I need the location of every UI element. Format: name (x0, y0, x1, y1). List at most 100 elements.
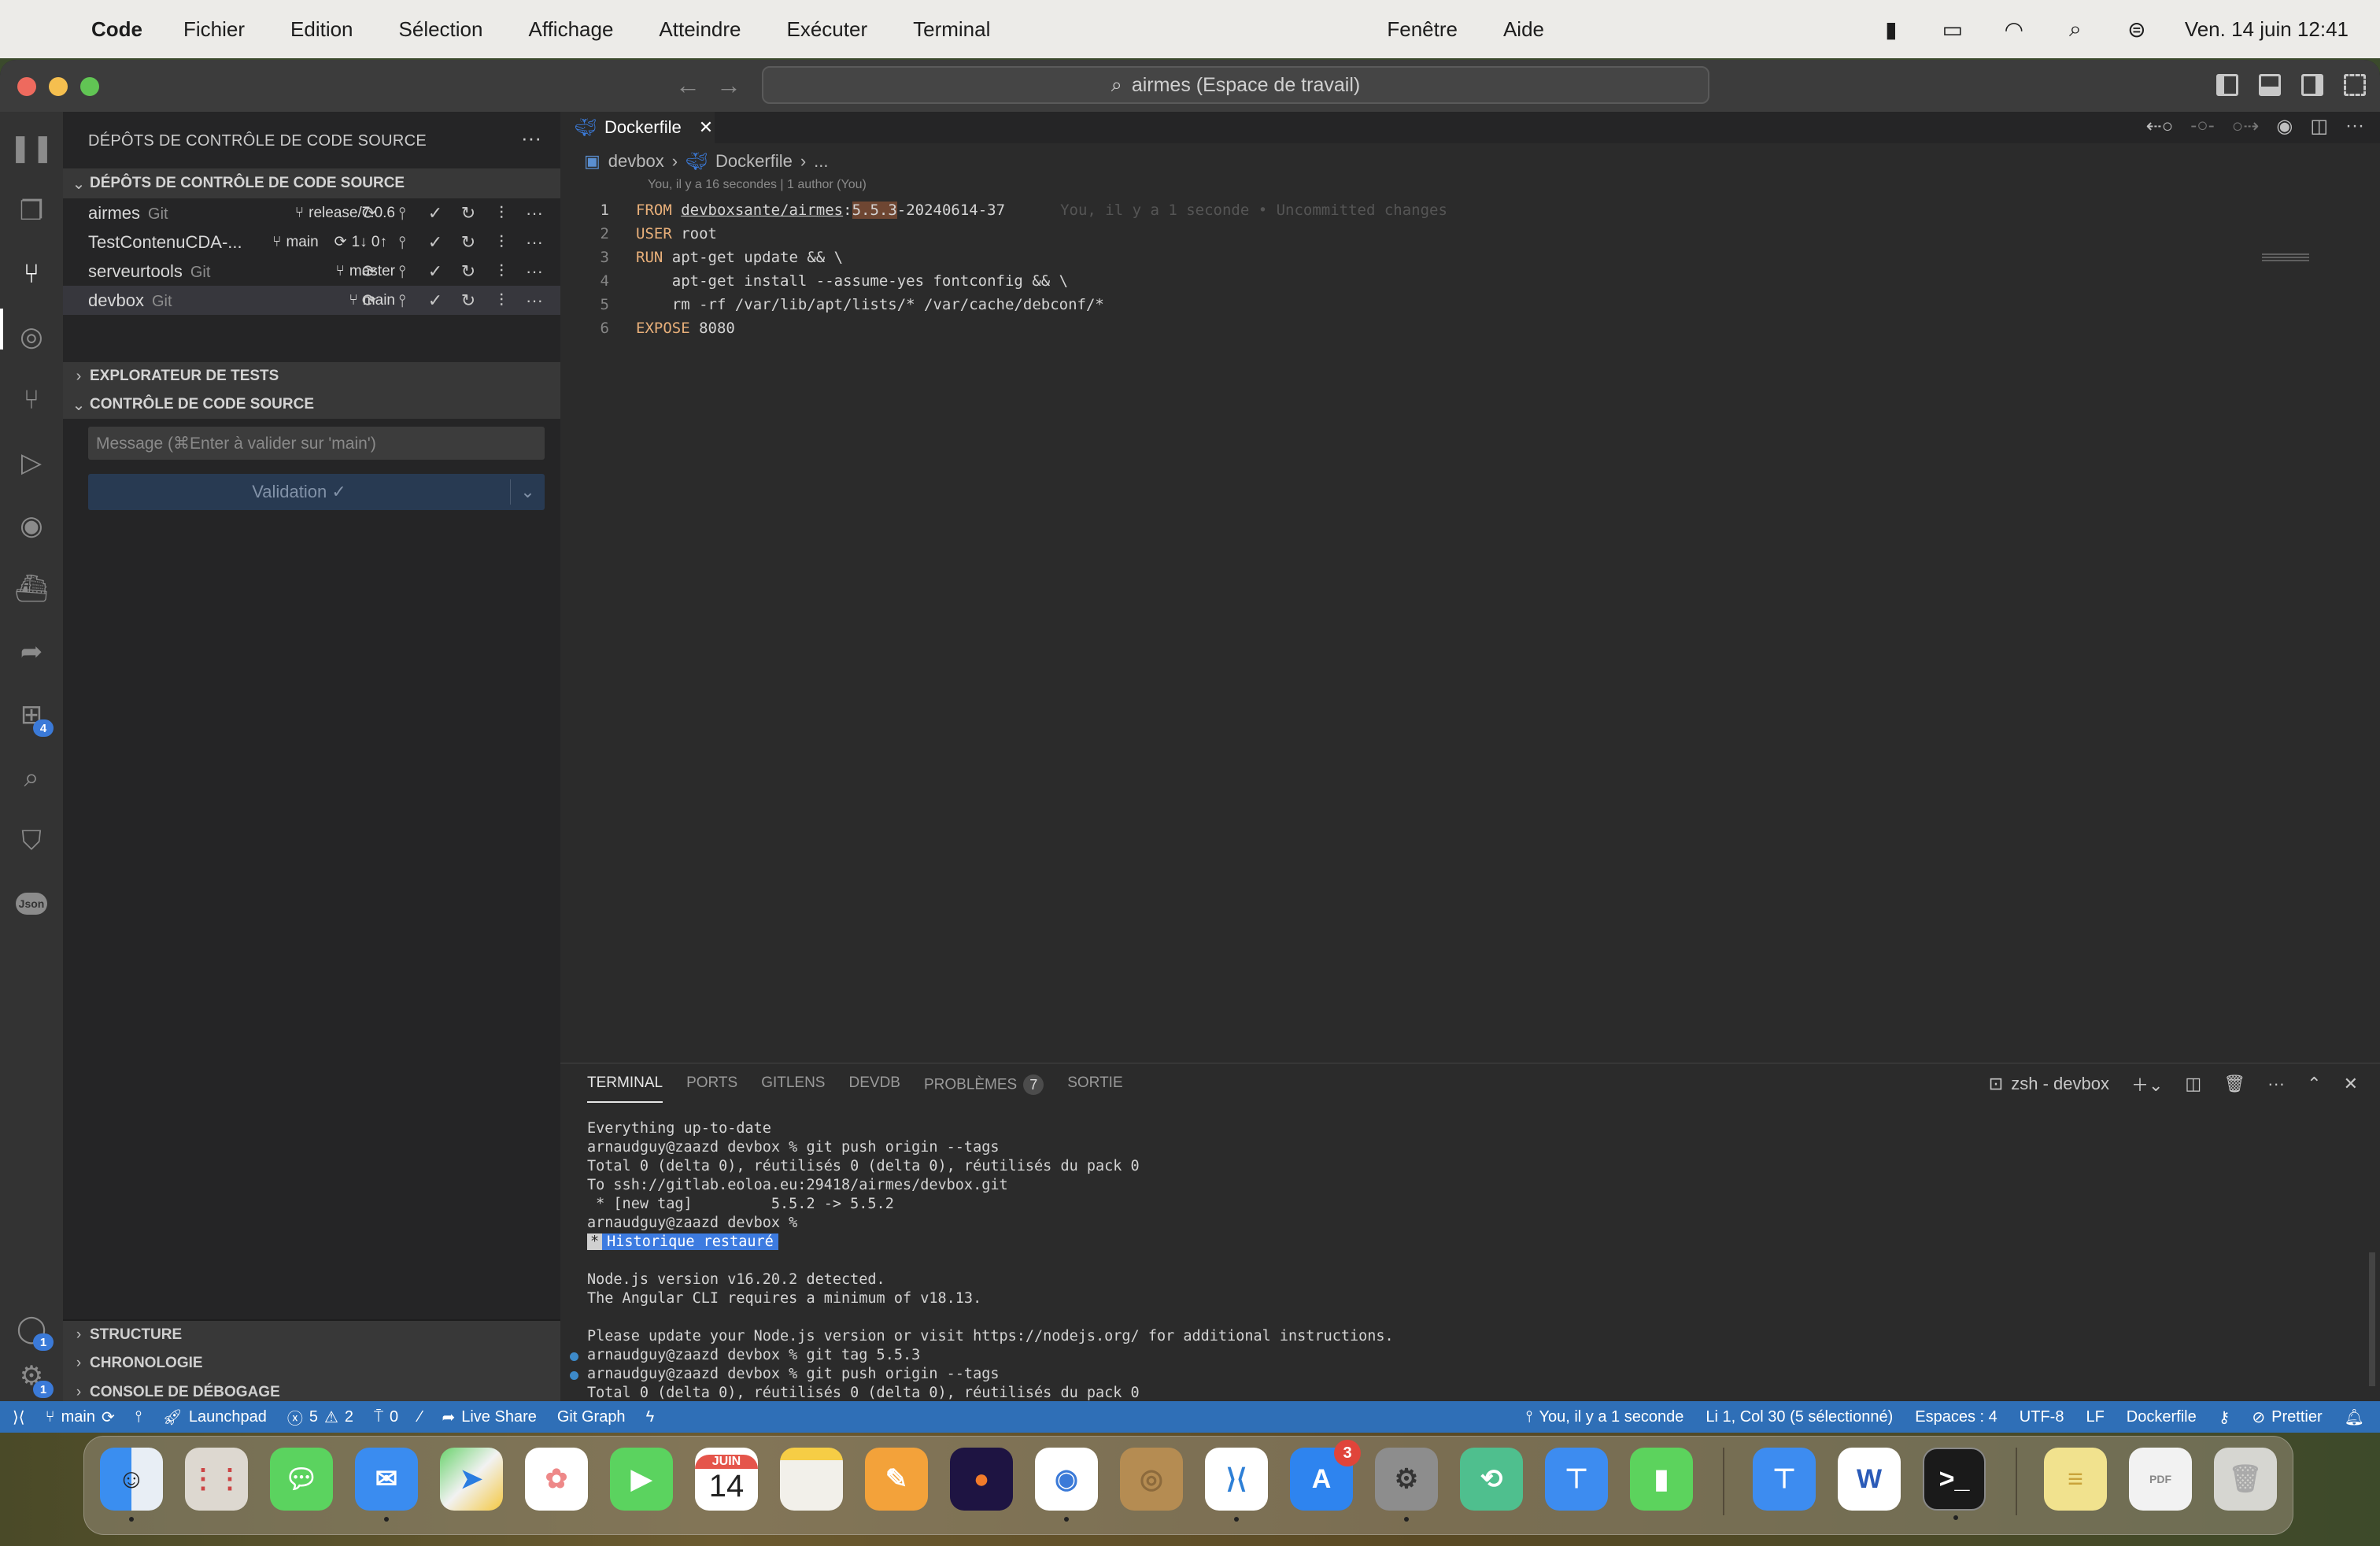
close-tab-icon[interactable]: ✕ (699, 117, 713, 138)
close-window-button[interactable] (17, 77, 36, 96)
dock-numbers[interactable]: ▮ (1630, 1448, 1693, 1511)
refresh-icon[interactable]: ↻ (460, 290, 477, 311)
more-icon[interactable]: ··· (526, 203, 543, 224)
graph-icon[interactable]: ⫶ (493, 290, 510, 311)
status-problems[interactable]: ⓧ 5 ⚠ 2 (287, 1406, 353, 1429)
section-repositories[interactable]: ⌄ DÉPÔTS DE CONTRÔLE DE CODE SOURCE (63, 168, 560, 198)
toggle-panel-icon[interactable] (2259, 74, 2281, 96)
command-decoration-icon[interactable] (570, 1371, 578, 1380)
split-terminal-icon[interactable]: ◫ (2185, 1074, 2201, 1094)
more-actions-icon[interactable]: ··· (2267, 1074, 2285, 1094)
status-cursor-position[interactable]: Li 1, Col 30 (5 sélectionné) (1706, 1408, 1893, 1426)
git-branch-icon[interactable]: ⑂ (14, 383, 49, 417)
more-icon[interactable]: ··· (526, 290, 543, 311)
more-actions-icon[interactable]: ··· (521, 126, 541, 150)
menu-atteindre[interactable]: Atteindre (659, 17, 741, 42)
dock-chrome[interactable]: ◉ (1035, 1448, 1098, 1522)
toggle-primary-sidebar-icon[interactable] (2216, 74, 2238, 96)
stash-icon[interactable]: ⫯ (394, 290, 411, 311)
breadcrumb-symbols[interactable]: ... (814, 151, 828, 172)
tab-problems[interactable]: PROBLÈMES 7 (924, 1074, 1044, 1103)
repo-item-devbox[interactable]: devbox Git ⑂ main ⟳ ⫯ ✓ ↻ ⫶ ··· (63, 286, 560, 315)
gitlens-inspect-icon[interactable]: ◎ (14, 320, 49, 354)
battery-icon[interactable]: ▭ (1939, 16, 1966, 43)
sync-icon[interactable]: ⟳ (360, 290, 378, 311)
dock-keynote-recent[interactable]: ⊤ (1753, 1448, 1816, 1511)
tab-gitlens[interactable]: GITLENS (761, 1074, 825, 1103)
menubar-clock[interactable]: Ven. 14 juin 12:41 (2185, 17, 2349, 42)
status-liveshare[interactable]: ➦ Live Share (442, 1407, 536, 1427)
json-icon[interactable]: Json (14, 886, 49, 921)
dock-notes[interactable] (780, 1448, 843, 1511)
section-source-control[interactable]: ⌄ CONTRÔLE DE CODE SOURCE (63, 390, 560, 419)
dock-messages[interactable]: 💬︎ (270, 1448, 333, 1511)
sync-icon[interactable]: ⟳ (360, 261, 378, 282)
menu-edition[interactable]: Edition (290, 17, 353, 42)
more-icon[interactable]: ··· (526, 261, 543, 282)
dock-stack-pdf[interactable]: PDF (2129, 1448, 2192, 1511)
menu-executer[interactable]: Exécuter (787, 17, 868, 42)
status-eol[interactable]: LF (2086, 1408, 2104, 1426)
gitlens-previous-revision-icon[interactable]: ⇠○ (2146, 115, 2174, 138)
status-stash-icon[interactable]: ⫯ (135, 1408, 142, 1426)
terminal-selector[interactable]: ⊡ zsh - devbox (1989, 1074, 2109, 1094)
dock-launchpad[interactable]: ⋮⋮ (185, 1448, 248, 1511)
dock-firefox[interactable]: ● (950, 1448, 1013, 1511)
codelens-blame[interactable]: You, il y a 16 secondes | 1 author (You) (648, 178, 867, 192)
control-center-icon[interactable]: ⊜ (2123, 16, 2150, 43)
tab-output[interactable]: SORTIE (1067, 1074, 1122, 1103)
dock-terminal[interactable]: >_ (1923, 1448, 1986, 1520)
status-launchpad[interactable]: 🚀︎ Launchpad (162, 1407, 266, 1427)
status-branch[interactable]: ⑂ main ⟳ (46, 1407, 115, 1427)
new-terminal-plus-icon[interactable]: ＋⌄ (2131, 1071, 2163, 1097)
terminal-scrollbar[interactable] (2369, 1252, 2375, 1386)
status-ports[interactable]: ⍑ 0 (374, 1408, 398, 1426)
repo-item-airmes[interactable]: airmes Git ⑂ release/7.0.6 ⟳ ⫯ ✓ ↻ ⫶ ··· (63, 198, 560, 227)
status-indentation[interactable]: Espaces : 4 (1915, 1408, 1998, 1426)
live-share-icon[interactable]: ➦ (14, 634, 49, 669)
toggle-secondary-sidebar-icon[interactable] (2301, 74, 2323, 96)
code-lines[interactable]: 1 FROM devboxsante/airmes:5.5.3-20240614… (560, 198, 1447, 340)
menu-fenetre[interactable]: Fenêtre (1387, 17, 1458, 42)
commit-check-icon[interactable]: ✓ (427, 290, 444, 311)
dock-contacts[interactable]: ◎ (1120, 1448, 1183, 1511)
dock-system-settings[interactable]: ⚙ (1375, 1448, 1438, 1522)
gitlab-icon[interactable]: ⛉ (14, 823, 49, 858)
tab-dockerfile[interactable]: 🐳︎ Dockerfile ✕ (560, 112, 715, 143)
git-graph-icon[interactable]: ◉ (2276, 115, 2293, 138)
dock-app-store[interactable]: A3 (1290, 1440, 1361, 1511)
dock-word[interactable]: W (1838, 1448, 1901, 1511)
dock-maps[interactable]: ➤ (440, 1448, 503, 1511)
breadcrumb-devbox[interactable]: devbox (608, 151, 664, 172)
dock-mail[interactable]: ✉ (355, 1448, 418, 1522)
status-copilot-icon[interactable]: ⁄ (419, 1408, 421, 1426)
status-prettier[interactable]: ⊘ Prettier (2252, 1407, 2322, 1427)
extensions-icon[interactable]: ⊞ 4 (14, 697, 54, 737)
dock-facetime[interactable]: ▶ (610, 1448, 673, 1511)
remote-indicator-icon[interactable]: ⟩⟨ (13, 1407, 25, 1427)
section-structure[interactable]: › STRUCTURE (63, 1319, 560, 1348)
menu-app-code[interactable]: Code (91, 17, 142, 42)
refresh-icon[interactable]: ↻ (460, 232, 477, 253)
menu-affichage[interactable]: Affichage (528, 17, 613, 42)
tab-devdb[interactable]: DEVDB (849, 1074, 900, 1103)
status-encoding[interactable]: UTF-8 (2020, 1408, 2064, 1426)
source-control-icon[interactable]: ⑂ (14, 257, 49, 291)
gitlens-next-revision-icon[interactable]: ○⇢ (2232, 115, 2260, 138)
graph-icon[interactable]: ⫶ (493, 261, 510, 282)
split-editor-icon[interactable]: ◫ (2310, 115, 2328, 138)
menu-selection[interactable]: Sélection (399, 17, 483, 42)
gitlens-revision-icon[interactable]: -○- (2190, 115, 2214, 138)
commit-message-input[interactable]: Message (⌘Enter à valider sur 'main') (88, 427, 545, 460)
commit-check-icon[interactable]: ✓ (427, 203, 444, 224)
dock-tower[interactable]: ⟲ (1460, 1448, 1523, 1511)
run-debug-icon[interactable]: ▷ (14, 446, 49, 480)
section-chronologie[interactable]: › CHRONOLOGIE (63, 1348, 560, 1378)
status-language[interactable]: Dockerfile (2127, 1408, 2197, 1426)
status-key-icon[interactable]: ⚷ (2219, 1407, 2230, 1427)
pause-icon[interactable]: ❚❚ (9, 131, 54, 165)
terminal-output[interactable]: Everything up-to-date arnaudguy@zaazd de… (570, 1120, 1394, 1433)
forward-arrow-icon[interactable]: → (716, 71, 741, 100)
accounts-icon[interactable]: ◯ 1 (14, 1311, 54, 1351)
tab-ports[interactable]: PORTS (686, 1074, 737, 1103)
